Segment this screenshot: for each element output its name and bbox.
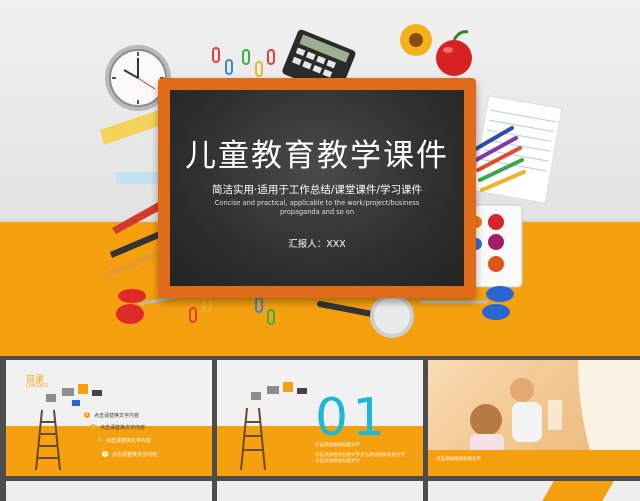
section-body[interactable]: 点击添加相关标题文字点击添加相关标题文字点击添加相关标题文字 <box>315 452 405 464</box>
thumbnail-section[interactable]: 01 点击添加相关标题文字 点击添加相关标题文字点击添加相关标题文字点击添加相关… <box>217 360 423 476</box>
slide-title[interactable]: 儿童教育教学课件 <box>170 130 464 175</box>
toc-bullet: 4 <box>102 451 108 457</box>
thumbnail-next[interactable] <box>217 481 423 501</box>
chalkboard: 儿童教育教学课件 简洁实用·适用于工作总结/课堂课件/学习课件 Concise … <box>158 78 476 298</box>
toc-item[interactable]: 点击请替换文字内容 <box>94 412 139 419</box>
paperclip-icon <box>212 47 275 77</box>
orange-band <box>428 450 640 476</box>
slide-english-subtitle[interactable]: Concise and practical, applicable to the… <box>210 199 424 217</box>
photo-caption[interactable]: 点击添加相关标题文字 <box>436 456 481 462</box>
chalkboard-surface: 儿童教育教学课件 简洁实用·适用于工作总结/课堂课件/学习课件 Concise … <box>170 90 464 286</box>
thumbnail-toc[interactable]: 目录 CONTENTS 1 点击请替换文字内容 2 点击请替换文字内容 3 点击… <box>6 360 212 476</box>
slide-subtitle[interactable]: 简洁实用·适用于工作总结/课堂课件/学习课件 <box>170 182 464 197</box>
thumbnail-photo[interactable]: 点击添加相关标题文字 <box>428 360 640 476</box>
ruler-blue-icon <box>116 172 164 184</box>
reporter-label[interactable]: 汇报人：XXX <box>170 236 464 250</box>
toc-item[interactable]: 点击请替换文字内容 <box>100 424 145 431</box>
toc-item[interactable]: 点击请替换文字内容 <box>112 451 157 458</box>
flower-icon <box>400 24 432 56</box>
apple-icon <box>436 30 472 76</box>
toc-bullet: 3 <box>96 437 102 443</box>
title-slide[interactable]: 儿童教育教学课件 简洁实用·适用于工作总结/课堂课件/学习课件 Concise … <box>0 0 640 356</box>
slide-thumbnails: 目录 CONTENTS 1 点击请替换文字内容 2 点击请替换文字内容 3 点击… <box>0 360 640 501</box>
thumbnail-next[interactable] <box>428 481 640 501</box>
paperclips-bottom-icon <box>189 297 275 325</box>
toc-bullet: 2 <box>90 424 96 430</box>
section-heading[interactable]: 点击添加相关标题文字 <box>315 442 360 448</box>
orange-shape <box>542 481 614 501</box>
magnifier-icon <box>317 294 414 338</box>
toc-item[interactable]: 点击请替换文字内容 <box>106 437 151 444</box>
thumbnail-next[interactable] <box>6 481 212 501</box>
section-number[interactable]: 01 <box>315 388 389 448</box>
toc-bullet: 1 <box>84 412 90 418</box>
paint-palette-icon <box>469 204 523 288</box>
